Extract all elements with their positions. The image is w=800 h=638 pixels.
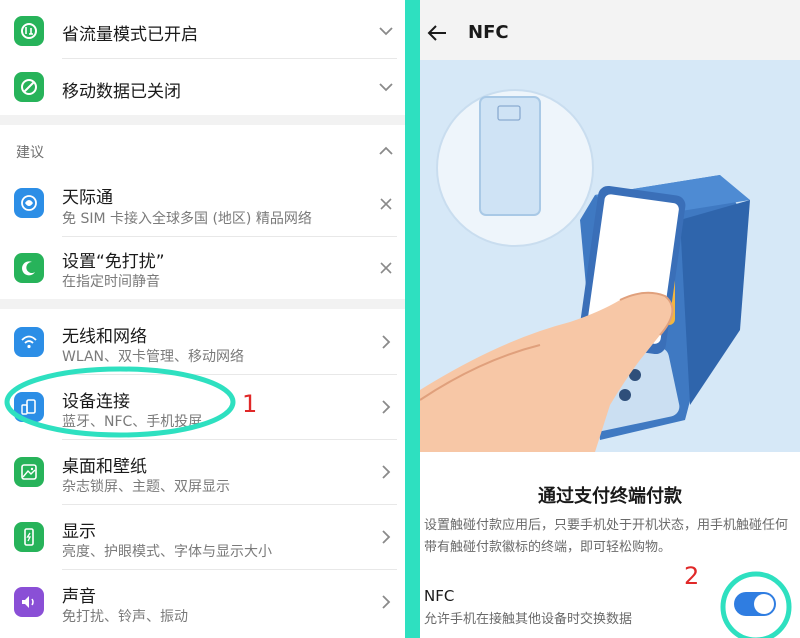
close-icon[interactable] bbox=[377, 195, 395, 213]
settings-item-subtitle: 免打扰、铃声、振动 bbox=[62, 609, 188, 625]
wifi-icon bbox=[14, 327, 44, 357]
settings-item-subtitle: 杂志锁屏、主题、双屏显示 bbox=[62, 479, 230, 495]
display-icon bbox=[14, 522, 44, 552]
sound-icon bbox=[14, 587, 44, 617]
payment-terminal-illustration bbox=[420, 89, 750, 452]
nfc-header: NFC bbox=[420, 0, 800, 60]
close-icon[interactable] bbox=[377, 259, 395, 277]
panel-divider bbox=[405, 0, 420, 638]
data-saver-icon bbox=[14, 16, 44, 46]
skytone-icon bbox=[14, 188, 44, 218]
suggestion-subtitle: 免 SIM 卡接入全球多国 (地区) 精品网络 bbox=[62, 211, 312, 227]
chevron-down-icon[interactable] bbox=[377, 22, 395, 40]
highlight-circle bbox=[720, 571, 792, 638]
settings-item-title: 声音 bbox=[62, 587, 96, 607]
settings-panel: 省流量模式已开启 移动数据已关闭 建议 天际通 免 SIM 卡接入全球多国 (地… bbox=[0, 0, 405, 638]
settings-item-subtitle: 亮度、护眼模式、字体与显示大小 bbox=[62, 544, 272, 560]
step-2-label: 2 bbox=[684, 562, 700, 590]
chevron-up-icon[interactable] bbox=[377, 142, 395, 160]
status-row-data-saver[interactable]: 省流量模式已开启 bbox=[0, 0, 405, 56]
suggestion-subtitle: 在指定时间静音 bbox=[62, 274, 160, 290]
settings-item-display[interactable]: 显示 亮度、护眼模式、字体与显示大小 bbox=[0, 505, 405, 569]
chevron-right-icon bbox=[382, 595, 391, 609]
chevron-right-icon bbox=[382, 530, 391, 544]
chevron-right-icon bbox=[382, 400, 391, 414]
status-row-title: 省流量模式已开启 bbox=[62, 25, 198, 45]
suggestion-do-not-disturb[interactable]: 设置“免打扰” 在指定时间静音 bbox=[0, 237, 405, 299]
suggestion-header: 建议 bbox=[16, 145, 44, 161]
moon-icon bbox=[14, 253, 44, 283]
nfc-illustration bbox=[420, 60, 800, 452]
mobile-data-off-icon bbox=[14, 72, 44, 102]
settings-item-title: 桌面和壁纸 bbox=[62, 457, 147, 477]
section-title: 通过支付终端付款 bbox=[538, 486, 682, 507]
nfc-toggle-subtitle: 允许手机在接触其他设备时交换数据 bbox=[424, 612, 633, 627]
settings-item-title: 显示 bbox=[62, 522, 96, 542]
suggestion-title: 天际通 bbox=[62, 188, 113, 208]
nfc-panel: NFC 通过支付终端付款 设置触碰付款应用后，只要手机处于开机状态，用手机触碰任… bbox=[420, 0, 800, 638]
back-arrow-icon[interactable] bbox=[426, 22, 448, 44]
settings-item-title: 无线和网络 bbox=[62, 327, 147, 347]
status-row-title: 移动数据已关闭 bbox=[62, 82, 181, 102]
nfc-toggle-label: NFC bbox=[424, 587, 455, 605]
step-1-label: 1 bbox=[242, 390, 258, 418]
chevron-right-icon bbox=[382, 335, 391, 349]
settings-item-wallpaper[interactable]: 桌面和壁纸 杂志锁屏、主题、双屏显示 bbox=[0, 440, 405, 504]
wallpaper-icon bbox=[14, 457, 44, 487]
suggestion-skytone[interactable]: 天际通 免 SIM 卡接入全球多国 (地区) 精品网络 bbox=[0, 175, 405, 237]
section-gap bbox=[0, 299, 405, 309]
page-title: NFC bbox=[468, 22, 509, 43]
chevron-right-icon bbox=[382, 465, 391, 479]
section-gap bbox=[0, 115, 405, 125]
chevron-down-icon[interactable] bbox=[377, 78, 395, 96]
highlight-ellipse bbox=[4, 366, 236, 438]
section-description: 设置触碰付款应用后，只要手机处于开机状态，用手机触碰任何带有触碰付款徽标的终端，… bbox=[424, 518, 789, 555]
settings-item-sound[interactable]: 声音 免打扰、铃声、振动 bbox=[0, 570, 405, 638]
suggestion-title: 设置“免打扰” bbox=[62, 252, 165, 272]
status-row-mobile-data[interactable]: 移动数据已关闭 bbox=[0, 59, 405, 115]
